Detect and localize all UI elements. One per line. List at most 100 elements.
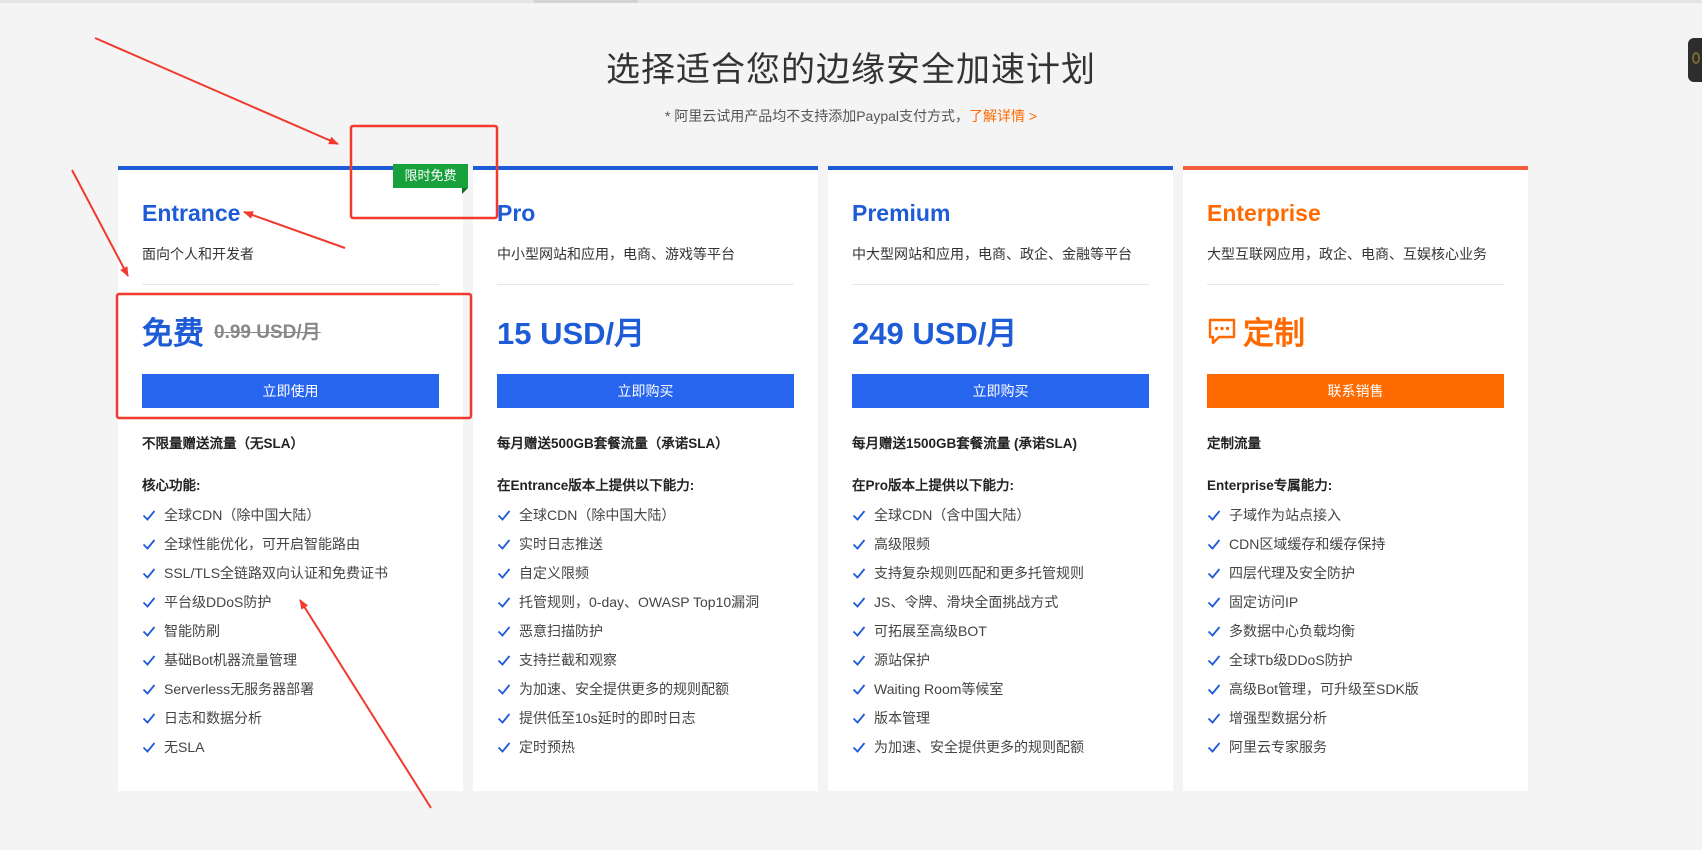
page-title: 选择适合您的边缘安全加速计划 [606,51,1096,89]
feature-item: 恶意扫描防护 [497,616,759,645]
check-icon [497,538,511,550]
feature-text: 多数据中心负载均衡 [1229,622,1355,639]
plan-description: 中小型网站和应用，电商、游戏等平台 [497,246,735,262]
feature-item: 基础Bot机器流量管理 [142,645,388,674]
feature-text: 增强型数据分析 [1229,709,1327,726]
check-icon [1207,741,1221,753]
check-icon [142,683,156,695]
feature-item: 支持拦截和观察 [497,645,759,674]
check-icon [852,741,866,753]
feature-item: 实时日志推送 [497,529,759,558]
pricing-cards: Entrance 面向个人和开发者 免费 0.99 USD/月 立即使用 不限量… [118,166,1530,791]
check-icon [1207,567,1221,579]
plan-card-premium: Premium 中大型网站和应用，电商、政企、金融等平台 249 USD/月 立… [828,166,1173,791]
feature-item: 全球CDN（除中国大陆） [142,500,388,529]
plan-name: Pro [497,200,536,226]
divider [1207,284,1504,285]
plan-card-pro: Pro 中小型网站和应用，电商、游戏等平台 15 USD/月 立即购买 每月赠送… [473,166,818,791]
feature-item: 可拓展至高级BOT [852,616,1084,645]
plan-price: 定制 [1243,316,1305,351]
plan-name: Premium [852,200,951,226]
feature-text: 全球Tb级DDoS防护 [1229,651,1353,668]
check-icon [497,654,511,666]
feature-item: 版本管理 [852,703,1084,732]
check-icon [1207,654,1221,666]
plan-description: 中大型网站和应用，电商、政企、金融等平台 [852,246,1132,262]
feature-item: 高级Bot管理，可升级至SDK版 [1207,674,1419,703]
feature-item: 源站保护 [852,645,1084,674]
check-icon [1207,596,1221,608]
top-bar [0,0,1702,3]
check-icon [142,741,156,753]
feature-text: 全球CDN（含中国大陆） [874,506,1031,523]
contact-sales-button[interactable]: 联系销售 [1207,374,1504,408]
buy-now-button[interactable]: 立即购买 [497,374,794,408]
plan-price: 15 USD/月 [497,316,646,351]
feature-text: Waiting Room等候室 [874,680,1004,697]
feature-item: 智能防刷 [142,616,388,645]
plan-card-entrance: Entrance 面向个人和开发者 免费 0.99 USD/月 立即使用 不限量… [118,166,463,791]
notice-text: * 阿里云试用产品均不支持添加Paypal支付方式， [664,108,970,124]
feature-text: 版本管理 [874,709,930,726]
feature-item: 多数据中心负载均衡 [1207,616,1419,645]
check-icon [852,712,866,724]
check-icon [852,654,866,666]
chat-bubble-icon [1208,318,1236,344]
check-icon [142,509,156,521]
check-icon [1207,625,1221,637]
plan-price: 免费 [142,316,204,351]
traffic-info: 不限量赠送流量（无SLA） [142,436,304,451]
feature-text: 支持拦截和观察 [519,651,617,668]
feature-text: 全球CDN（除中国大陆） [519,506,676,523]
feature-text: 实时日志推送 [519,535,603,552]
buy-now-button[interactable]: 立即购买 [852,374,1149,408]
feature-item: JS、令牌、滑块全面挑战方式 [852,587,1084,616]
traffic-info: 定制流量 [1207,436,1261,451]
check-icon [852,509,866,521]
check-icon [497,509,511,521]
feature-list: 全球CDN（除中国大陆） 全球性能优化，可开启智能路由 SSL/TLS全链路双向… [142,500,388,761]
learn-more-link[interactable]: 了解详情 > [969,108,1037,124]
check-icon [497,683,511,695]
feature-text: 日志和数据分析 [164,709,262,726]
feature-item: 全球Tb级DDoS防护 [1207,645,1419,674]
top-tab-indicator [534,0,638,3]
feature-text: 固定访问IP [1229,593,1299,610]
feature-text: 子域作为站点接入 [1229,506,1341,523]
traffic-info: 每月赠送1500GB套餐流量 (承诺SLA) [852,436,1078,451]
feature-item: 全球CDN（除中国大陆） [497,500,759,529]
check-icon [142,538,156,550]
floating-side-widget[interactable] [1688,38,1702,82]
plan-price: 249 USD/月 [852,316,1018,351]
check-icon [852,596,866,608]
feature-text: 源站保护 [874,651,930,668]
plan-name: Entrance [142,200,241,226]
check-icon [852,538,866,550]
feature-list: 子域作为站点接入 CDN区域缓存和缓存保持 四层代理及安全防护 固定访问IP 多… [1207,500,1419,761]
divider [852,284,1149,285]
feature-item: Serverless无服务器部署 [142,674,388,703]
use-now-button[interactable]: 立即使用 [142,374,439,408]
feature-item: 子域作为站点接入 [1207,500,1419,529]
check-icon [142,567,156,579]
feature-text: 托管规则，0-day、OWASP Top10漏洞 [519,593,760,610]
check-icon [852,683,866,695]
features-title: 在Pro版本上提供以下能力: [852,478,1014,493]
feature-list: 全球CDN（含中国大陆） 高级限频 支持复杂规则匹配和更多托管规则 JS、令牌、… [852,500,1084,761]
features-title: 在Entrance版本上提供以下能力: [497,478,695,493]
feature-text: 定时预热 [519,738,575,755]
feature-text: 支持复杂规则匹配和更多托管规则 [874,564,1084,581]
feature-text: 高级Bot管理，可升级至SDK版 [1229,680,1419,697]
feature-item: 固定访问IP [1207,587,1419,616]
feature-item: 定时预热 [497,732,759,761]
payment-notice: * 阿里云试用产品均不支持添加Paypal支付方式，了解详情 > [0,106,1702,126]
feature-item: 托管规则，0-day、OWASP Top10漏洞 [497,587,759,616]
feature-text: 无SLA [164,738,205,755]
feature-item: CDN区域缓存和缓存保持 [1207,529,1419,558]
feature-text: 全球CDN（除中国大陆） [164,506,321,523]
price-row: 249 USD/月 [852,308,1017,353]
feature-text: 四层代理及安全防护 [1229,564,1355,581]
check-icon [497,741,511,753]
feature-item: 无SLA [142,732,388,761]
feature-item: 平台级DDoS防护 [142,587,388,616]
